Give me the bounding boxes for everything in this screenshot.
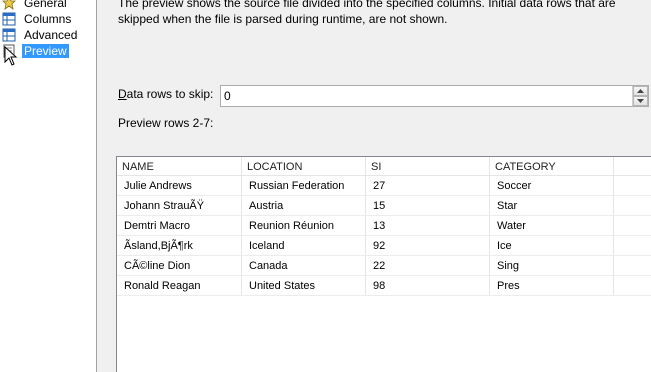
cell-category: Water <box>490 216 614 235</box>
skip-rows-label-accesskey: D <box>118 87 127 101</box>
cell-location: Austria <box>242 196 366 215</box>
nav-item-columns[interactable]: Columns <box>2 11 73 27</box>
preview-grid[interactable]: NAME LOCATION SI CATEGORY Julie Andrews … <box>116 156 651 372</box>
cell-si: 13 <box>366 216 490 235</box>
column-header-location[interactable]: LOCATION <box>242 157 366 175</box>
cell-category: Star <box>490 196 614 215</box>
cell-category: Ice <box>490 236 614 255</box>
columns-icon <box>2 12 16 26</box>
chevron-down-icon <box>637 99 644 103</box>
cell-location: Reunion Réunion <box>242 216 366 235</box>
table-row[interactable]: CÃ©line Dion Canada 22 Sing <box>117 256 651 276</box>
cell-name: CÃ©line Dion <box>117 256 242 275</box>
cell-si: 92 <box>366 236 490 255</box>
nav-item-label: General <box>24 0 67 10</box>
cell-location: Russian Federation <box>242 176 366 195</box>
skip-rows-label: Data rows to skip: <box>118 87 213 101</box>
cell-name: Demtri Macro <box>117 216 242 235</box>
stepper-down-button[interactable] <box>633 96 648 106</box>
column-header-category[interactable]: CATEGORY <box>490 157 614 175</box>
chevron-up-icon <box>637 89 644 93</box>
cell-category: Pres <box>490 276 614 295</box>
cell-si: 27 <box>366 176 490 195</box>
cell-name: Julie Andrews <box>117 176 242 195</box>
grid-header: NAME LOCATION SI CATEGORY <box>117 157 651 176</box>
skip-rows-stepper[interactable]: 0 <box>220 85 649 107</box>
preview-rows-label: Preview rows 2-7: <box>118 116 214 130</box>
nav-item-advanced[interactable]: Advanced <box>2 27 79 43</box>
general-icon <box>2 0 16 10</box>
cell-name: Ãsland,BjÃ¶rk <box>117 236 242 255</box>
table-row[interactable]: Julie Andrews Russian Federation 27 Socc… <box>117 176 651 196</box>
nav-item-label: Preview <box>22 44 69 58</box>
nav-item-general[interactable]: General <box>2 0 69 11</box>
preview-description: The preview shows the source file divide… <box>118 0 616 26</box>
cell-location: Iceland <box>242 236 366 255</box>
table-row[interactable]: Demtri Macro Reunion Réunion 13 Water <box>117 216 651 236</box>
nav-item-label: Advanced <box>24 28 78 42</box>
stepper-up-button[interactable] <box>633 86 648 96</box>
skip-rows-label-text: ata rows to skip: <box>126 87 214 101</box>
cell-location: United States <box>242 276 366 295</box>
cell-si: 22 <box>366 256 490 275</box>
cell-si: 98 <box>366 276 490 295</box>
cell-category: Sing <box>490 256 614 275</box>
column-header-name[interactable]: NAME <box>117 157 242 175</box>
cell-name: Ronald Reagan <box>117 276 242 295</box>
column-header-si[interactable]: SI <box>366 157 490 175</box>
table-row[interactable]: Ãsland,BjÃ¶rk Iceland 92 Ice <box>117 236 651 256</box>
content-pane: The preview shows the source file divide… <box>98 0 651 372</box>
nav-item-label: Columns <box>24 12 72 26</box>
skip-rows-value[interactable]: 0 <box>221 86 632 106</box>
cell-si: 15 <box>366 196 490 215</box>
table-row[interactable]: Ronald Reagan United States 98 Pres <box>117 276 651 296</box>
cell-category: Soccer <box>490 176 614 195</box>
table-row[interactable]: Johann StrauÃŸ Austria 15 Star <box>117 196 651 216</box>
cell-name: Johann StrauÃŸ <box>117 196 242 215</box>
cell-location: Canada <box>242 256 366 275</box>
mouse-cursor-icon <box>4 46 18 66</box>
advanced-icon <box>2 28 16 42</box>
